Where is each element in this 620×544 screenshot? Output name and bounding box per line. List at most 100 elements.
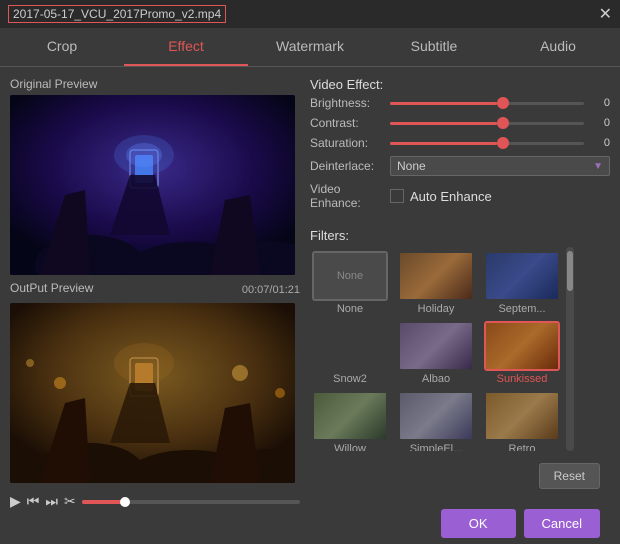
filter-sunkissed[interactable]: Sunkissed	[482, 321, 562, 385]
original-preview-svg	[10, 95, 295, 275]
filter-label-none: None	[337, 303, 363, 315]
brightness-fill	[390, 102, 497, 105]
brightness-label: Brightness:	[310, 96, 390, 110]
tab-crop[interactable]: Crop	[0, 28, 124, 66]
filter-label-september: Septem...	[498, 303, 545, 315]
filter-thumb-simpleel	[398, 391, 474, 441]
deinterlace-row: Deinterlace: None ▼	[310, 156, 610, 176]
filter-thumb-none: None	[312, 251, 388, 301]
contrast-thumb[interactable]	[497, 117, 509, 129]
output-time: 00:07/01:21	[242, 284, 300, 296]
scrollbar-thumb	[567, 251, 573, 291]
filter-thumb-albao	[398, 321, 474, 371]
tab-watermark[interactable]: Watermark	[248, 28, 372, 66]
saturation-thumb[interactable]	[497, 137, 509, 149]
filter-label-retro: Retro	[509, 443, 536, 451]
saturation-row: Saturation: 0	[310, 136, 610, 150]
dialog-actions: OK Cancel	[310, 503, 610, 544]
contrast-value: 0	[590, 117, 610, 129]
filter-label-simpleel: SimpleEl...	[410, 443, 463, 451]
progress-bar[interactable]	[82, 500, 300, 504]
filter-label-snow2: Snow2	[333, 373, 367, 385]
filter-retro[interactable]: Retro	[482, 391, 562, 451]
cut-button[interactable]: ✂	[64, 493, 76, 510]
saturation-label: Saturation:	[310, 136, 390, 150]
filter-thumb-holiday	[398, 251, 474, 301]
filter-thumb-willow	[312, 391, 388, 441]
ok-button[interactable]: OK	[441, 509, 516, 538]
filters-title: Filters:	[310, 228, 610, 243]
video-enhance-row: Video Enhance: Auto Enhance	[310, 182, 610, 210]
saturation-value: 0	[590, 137, 610, 149]
reset-button[interactable]: Reset	[539, 463, 600, 489]
video-effect-title: Video Effect:	[310, 77, 610, 92]
output-preview-svg	[10, 303, 295, 483]
brightness-thumb[interactable]	[497, 97, 509, 109]
left-panel: Original Preview	[10, 77, 300, 534]
contrast-label: Contrast:	[310, 116, 390, 130]
filters-grid: None None Holiday	[310, 251, 562, 451]
player-controls: ▶ ⏮ ⏭ ✂	[10, 489, 300, 514]
brightness-row: Brightness: 0	[310, 96, 610, 110]
filter-bg-none: None	[314, 253, 386, 299]
original-preview	[10, 95, 295, 275]
play-button[interactable]: ▶	[10, 493, 21, 510]
saturation-fill	[390, 142, 497, 145]
contrast-fill	[390, 122, 497, 125]
reset-row: Reset	[310, 457, 610, 497]
filter-none[interactable]: None None	[310, 251, 390, 315]
main-window: 2017-05-17_VCU_2017Promo_v2.mp4 ✕ Crop E…	[0, 0, 620, 544]
right-panel: Video Effect: Brightness: 0 Contrast:	[310, 77, 610, 534]
filter-snow2[interactable]: Snow2	[310, 321, 390, 385]
output-row: OutPut Preview 00:07/01:21	[10, 281, 300, 299]
filter-albao[interactable]: Albao	[396, 321, 476, 385]
contrast-slider[interactable]	[390, 116, 584, 130]
main-content: Original Preview	[0, 67, 620, 544]
filter-thumb-retro	[484, 391, 560, 441]
progress-thumb[interactable]	[120, 497, 130, 507]
auto-enhance-checkbox[interactable]	[390, 189, 404, 203]
filter-bg-willow	[314, 393, 386, 439]
saturation-slider[interactable]	[390, 136, 584, 150]
saturation-track	[390, 142, 584, 145]
filter-bg-holiday	[400, 253, 472, 299]
filter-bg-simpleel	[400, 393, 472, 439]
filters-wrapper: None None Holiday	[310, 247, 610, 451]
tab-subtitle[interactable]: Subtitle	[372, 28, 496, 66]
filter-thumb-sunkissed	[484, 321, 560, 371]
deinterlace-value: None	[397, 159, 426, 173]
video-enhance-label: Video Enhance:	[310, 182, 390, 210]
filter-simpleel[interactable]: SimpleEl...	[396, 391, 476, 451]
next-frame-button[interactable]: ⏭	[45, 493, 58, 510]
filter-label-willow: Willow	[334, 443, 366, 451]
progress-fill	[82, 500, 126, 504]
brightness-slider[interactable]	[390, 96, 584, 110]
filter-willow[interactable]: Willow	[310, 391, 390, 451]
video-effect-section: Video Effect: Brightness: 0 Contrast:	[310, 77, 610, 218]
tab-audio[interactable]: Audio	[496, 28, 620, 66]
filter-september[interactable]: Septem...	[482, 251, 562, 315]
filter-label-albao: Albao	[422, 373, 450, 385]
filter-holiday[interactable]: Holiday	[396, 251, 476, 315]
auto-enhance-label: Auto Enhance	[410, 189, 492, 204]
prev-frame-button[interactable]: ⏮	[27, 493, 40, 510]
filter-bg-sunkissed	[486, 323, 558, 369]
select-arrow-icon: ▼	[593, 161, 603, 172]
filter-thumb-snow2	[312, 321, 388, 371]
filter-bg-september	[486, 253, 558, 299]
contrast-row: Contrast: 0	[310, 116, 610, 130]
close-button[interactable]: ✕	[599, 4, 612, 24]
filter-thumb-september	[484, 251, 560, 301]
deinterlace-select[interactable]: None ▼	[390, 156, 610, 176]
contrast-track	[390, 122, 584, 125]
cancel-button[interactable]: Cancel	[524, 509, 600, 538]
brightness-value: 0	[590, 97, 610, 109]
filter-bg-snow2	[314, 323, 386, 369]
tab-effect[interactable]: Effect	[124, 28, 248, 66]
tab-bar: Crop Effect Watermark Subtitle Audio	[0, 28, 620, 67]
filter-bg-albao	[400, 323, 472, 369]
title-bar: 2017-05-17_VCU_2017Promo_v2.mp4 ✕	[0, 0, 620, 28]
filter-label-sunkissed: Sunkissed	[497, 373, 548, 385]
scrollbar[interactable]	[566, 247, 574, 451]
filters-section: Filters: None None	[310, 228, 610, 451]
